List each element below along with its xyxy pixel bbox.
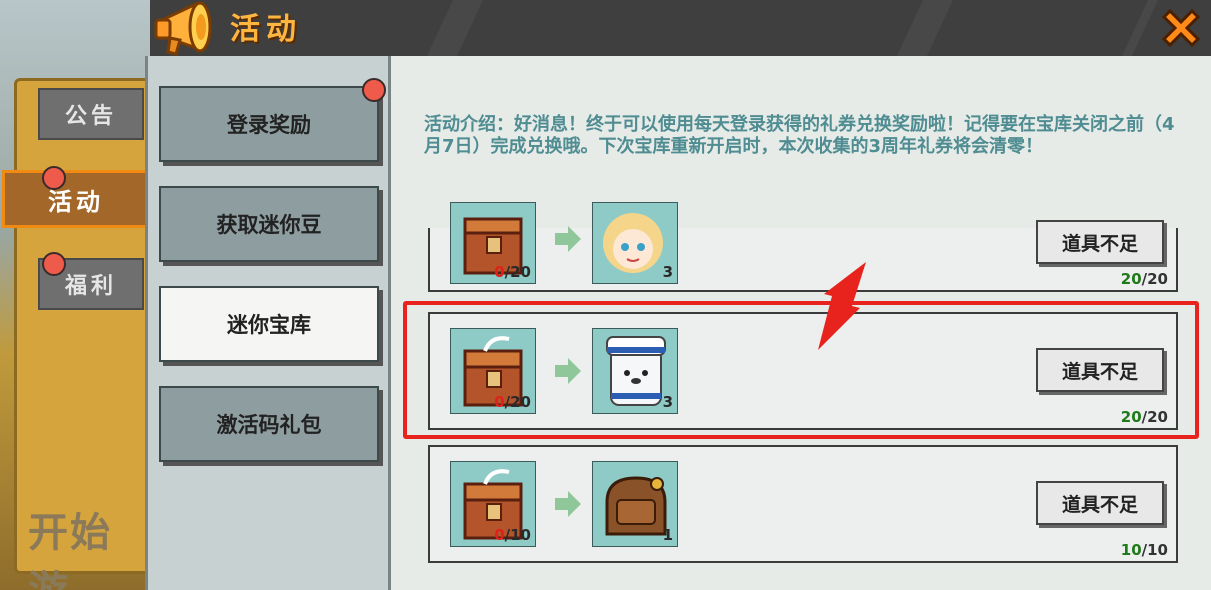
nav-column: 登录奖励 获取迷你豆 迷你宝库 激活码礼包 <box>145 56 391 590</box>
close-button[interactable] <box>1151 0 1211 56</box>
exchange-progress: 20/20 <box>1120 270 1168 288</box>
background-start-text: 开始游 <box>28 510 112 590</box>
reward-count: 3 <box>662 263 673 281</box>
reward-count: 1 <box>662 526 673 544</box>
nav-activation-code[interactable]: 激活码礼包 <box>159 386 379 462</box>
megaphone-icon <box>154 1 212 56</box>
reward-item-box: 1 <box>592 461 678 547</box>
page-title: 活动 <box>230 12 302 47</box>
exchange-progress: 10/10 <box>1120 541 1168 559</box>
highlight-box <box>403 301 1199 439</box>
cost-count: 0/20 <box>494 263 531 281</box>
exchange-button[interactable]: 道具不足 <box>1036 481 1164 525</box>
notification-dot <box>42 252 66 276</box>
window-header: 活动 <box>150 0 1211 56</box>
left-tab-activity[interactable]: 活动 <box>2 170 150 228</box>
nav-get-mini-beans[interactable]: 获取迷你豆 <box>159 186 379 262</box>
notification-dot <box>362 78 386 102</box>
close-icon <box>1161 8 1201 48</box>
cost-item-box: 0/20 <box>450 202 536 284</box>
activity-intro: 活动介绍：好消息！终于可以使用每天登录获得的礼券兑换奖励啦！记得要在宝库关闭之前… <box>424 114 1175 157</box>
list-item: 0/10 1 道具不足 10/10 <box>428 445 1178 563</box>
cost-count: 0/10 <box>494 526 531 544</box>
list-item: 0/20 3 道具不足 20/20 <box>428 202 1178 292</box>
arrow-right-icon <box>555 491 581 517</box>
nav-login-reward[interactable]: 登录奖励 <box>159 86 379 162</box>
cost-item-box: 0/10 <box>450 461 536 547</box>
arrow-right-icon <box>555 226 581 252</box>
left-tab-announcement[interactable]: 公告 <box>38 88 144 140</box>
nav-mini-treasury[interactable]: 迷你宝库 <box>159 286 379 362</box>
annotation-arrow-icon <box>818 262 866 350</box>
notification-dot <box>42 166 66 190</box>
exchange-button[interactable]: 道具不足 <box>1036 220 1164 264</box>
reward-item-box: 3 <box>592 202 678 284</box>
